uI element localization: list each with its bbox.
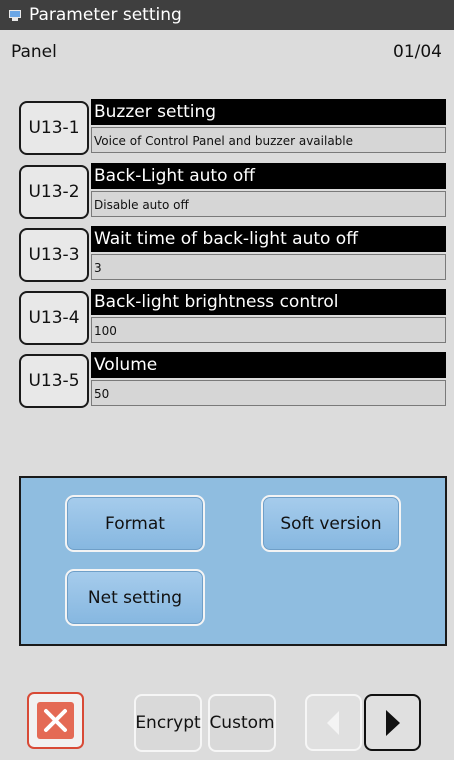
param-row-u13-5: U13-5 Volume 50 <box>19 352 446 409</box>
param-row-u13-2: U13-2 Back-Light auto off Disable auto o… <box>19 163 446 220</box>
param-value[interactable]: Disable auto off <box>91 191 446 217</box>
param-value[interactable]: 3 <box>91 254 446 280</box>
param-title: Volume <box>91 352 446 378</box>
monitor-icon <box>9 9 21 21</box>
title-bar: Parameter setting <box>0 0 454 30</box>
param-value[interactable]: 50 <box>91 380 446 406</box>
param-code-button[interactable]: U13-5 <box>19 354 89 408</box>
net-setting-button[interactable]: Net setting <box>65 569 205 626</box>
window-title: Parameter setting <box>29 5 182 25</box>
param-title: Back-light brightness control <box>91 289 446 315</box>
section-name: Panel <box>11 42 57 62</box>
close-icon <box>37 702 74 739</box>
param-value[interactable]: Voice of Control Panel and buzzer availa… <box>91 127 446 153</box>
param-row-u13-1: U13-1 Buzzer setting Voice of Control Pa… <box>19 99 446 156</box>
custom-button[interactable]: Custom <box>208 694 276 752</box>
prev-page-button[interactable] <box>305 694 362 751</box>
param-title: Back-Light auto off <box>91 163 446 189</box>
page-indicator: 01/04 <box>393 42 442 62</box>
format-button[interactable]: Format <box>65 495 205 552</box>
param-code-button[interactable]: U13-2 <box>19 165 89 219</box>
param-row-u13-3: U13-3 Wait time of back-light auto off 3 <box>19 226 446 283</box>
param-row-u13-4: U13-4 Back-light brightness control 100 <box>19 289 446 346</box>
soft-version-button[interactable]: Soft version <box>261 495 401 552</box>
triangle-left-icon <box>327 711 339 735</box>
param-title: Buzzer setting <box>91 99 446 125</box>
function-panel: Format Soft version Net setting <box>19 476 447 646</box>
param-title: Wait time of back-light auto off <box>91 226 446 252</box>
encrypt-button[interactable]: Encrypt <box>134 694 202 752</box>
triangle-right-icon <box>386 710 400 736</box>
next-page-button[interactable] <box>364 694 421 751</box>
param-code-button[interactable]: U13-1 <box>19 101 89 155</box>
param-code-button[interactable]: U13-3 <box>19 228 89 282</box>
close-button[interactable] <box>27 692 84 749</box>
param-value[interactable]: 100 <box>91 317 446 343</box>
param-code-button[interactable]: U13-4 <box>19 291 89 345</box>
